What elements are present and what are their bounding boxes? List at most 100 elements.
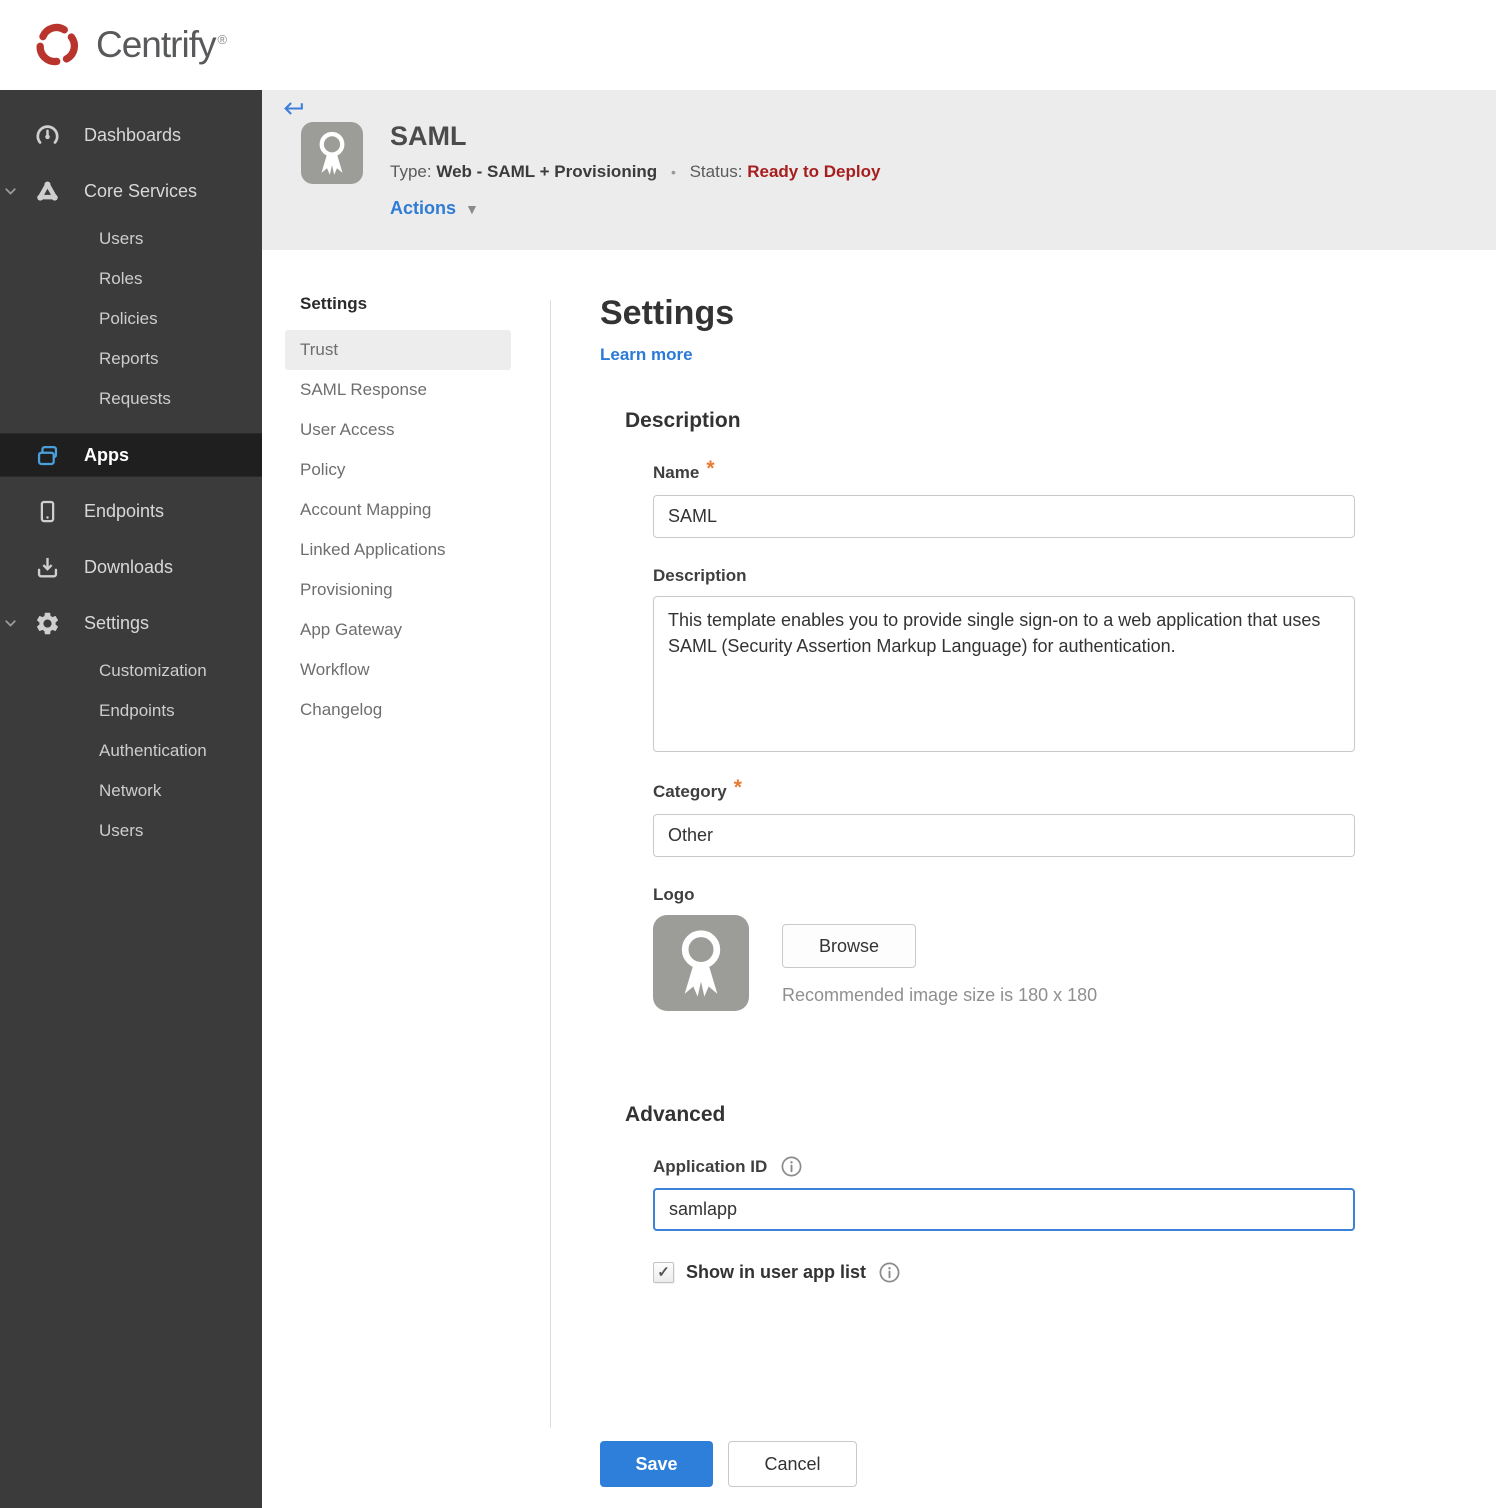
- description-textarea[interactable]: This template enables you to provide sin…: [653, 596, 1355, 752]
- category-label-text: Category: [653, 782, 727, 801]
- subnav-item-provisioning[interactable]: Provisioning: [285, 570, 511, 610]
- sidebar-item-label: Requests: [99, 389, 171, 408]
- page-title: Settings: [600, 294, 735, 332]
- subnav-item-user-access[interactable]: User Access: [285, 410, 511, 450]
- logo-label: Logo: [653, 885, 1358, 905]
- description-label-text: Description: [653, 566, 747, 585]
- sidebar-item-settings[interactable]: Settings: [0, 595, 262, 651]
- back-arrow-icon[interactable]: [281, 96, 306, 121]
- logo-preview-image: [653, 915, 749, 1011]
- subnav-item-workflow[interactable]: Workflow: [285, 650, 511, 690]
- application-id-label: Application ID: [653, 1155, 1358, 1178]
- status-value: Ready to Deploy: [747, 162, 881, 181]
- brand-logo[interactable]: Centrify ®: [30, 18, 227, 72]
- sidebar-item-authentication[interactable]: Authentication: [0, 731, 262, 771]
- settings-form: Settings Learn more Description Name * D…: [600, 294, 1358, 1284]
- sidebar-item-downloads[interactable]: Downloads: [0, 539, 262, 595]
- subnav-item-account-mapping[interactable]: Account Mapping: [285, 490, 511, 530]
- application-id-label-text: Application ID: [653, 1156, 768, 1176]
- sidebar-item-label: Apps: [84, 444, 129, 465]
- subnav-item-app-gateway[interactable]: App Gateway: [285, 610, 511, 650]
- download-icon: [34, 554, 61, 581]
- sidebar-item-roles[interactable]: Roles: [0, 259, 262, 299]
- sidebar-item-label: Downloads: [84, 556, 174, 577]
- actions-dropdown[interactable]: Actions ▼: [390, 198, 479, 219]
- description-label: Description: [653, 566, 1358, 586]
- sidebar-item-dashboards[interactable]: Dashboards: [0, 107, 262, 163]
- top-bar: Centrify ®: [0, 0, 1496, 90]
- chevron-down-icon: [2, 615, 19, 632]
- browse-button[interactable]: Browse: [782, 924, 916, 968]
- sidebar-item-requests[interactable]: Requests: [0, 379, 262, 419]
- app-meta: Type: Web - SAML + Provisioning • Status…: [390, 162, 880, 182]
- required-asterisk: *: [733, 776, 742, 799]
- sidebar: Dashboards Core Services Users Roles Pol…: [0, 90, 262, 1508]
- application-id-input[interactable]: [653, 1188, 1355, 1231]
- subnav-item-linked-applications[interactable]: Linked Applications: [285, 530, 511, 570]
- apps-icon: [34, 442, 61, 469]
- form-footer: Save Cancel: [600, 1441, 857, 1487]
- learn-more-link[interactable]: Learn more: [600, 345, 693, 365]
- logo-label-text: Logo: [653, 885, 695, 904]
- brand-name: Centrify ®: [96, 24, 227, 65]
- sidebar-item-network[interactable]: Network: [0, 771, 262, 811]
- sidebar-item-label: Roles: [99, 269, 143, 288]
- core-services-icon: [34, 178, 61, 205]
- sidebar-item-label: Endpoints: [84, 500, 165, 521]
- sidebar-item-settings-users[interactable]: Users: [0, 811, 262, 851]
- sidebar-item-settings-endpoints[interactable]: Endpoints: [0, 691, 262, 731]
- sidebar-item-users[interactable]: Users: [0, 219, 262, 259]
- sidebar-item-policies[interactable]: Policies: [0, 299, 262, 339]
- gauge-icon: [34, 122, 61, 149]
- logo-size-hint: Recommended image size is 180 x 180: [782, 985, 1098, 1005]
- sidebar-item-core-services[interactable]: Core Services: [0, 163, 262, 219]
- endpoints-icon: [34, 498, 61, 525]
- show-in-user-app-list-checkbox[interactable]: ✓: [653, 1262, 674, 1283]
- sidebar-item-label: Users: [99, 821, 144, 840]
- sidebar-item-label: Endpoints: [99, 701, 175, 720]
- checkmark-icon: ✓: [657, 1264, 670, 1281]
- name-input[interactable]: [653, 495, 1355, 538]
- app-logo-icon: [301, 122, 363, 184]
- actions-label: Actions: [390, 198, 457, 218]
- category-input[interactable]: [653, 814, 1355, 857]
- name-label: Name *: [653, 457, 1358, 485]
- sidebar-item-label: Reports: [99, 349, 159, 368]
- registered-mark: ®: [217, 31, 227, 47]
- subnav-item-saml-response[interactable]: SAML Response: [285, 370, 511, 410]
- required-asterisk: *: [706, 457, 715, 480]
- info-icon[interactable]: [780, 1155, 803, 1178]
- subnav-item-policy[interactable]: Policy: [285, 450, 511, 490]
- status-label: Status:: [689, 162, 743, 181]
- sidebar-item-endpoints[interactable]: Endpoints: [0, 483, 262, 539]
- sidebar-item-reports[interactable]: Reports: [0, 339, 262, 379]
- centrify-swirl-icon: [36, 23, 78, 66]
- sidebar-item-label: Users: [99, 229, 144, 248]
- sidebar-item-apps[interactable]: Apps: [0, 433, 262, 477]
- name-label-text: Name: [653, 463, 700, 482]
- sidebar-item-label: Authentication: [99, 741, 207, 760]
- chevron-down-icon: [2, 183, 19, 200]
- sidebar-item-label: Dashboards: [84, 124, 182, 145]
- sidebar-item-label: Settings: [84, 612, 150, 633]
- type-value: Web - SAML + Provisioning: [436, 162, 658, 181]
- caret-down-icon: ▼: [465, 200, 479, 217]
- save-button[interactable]: Save: [600, 1441, 713, 1487]
- sidebar-item-label: Network: [99, 781, 162, 800]
- subnav-item-changelog[interactable]: Changelog: [285, 690, 511, 730]
- gear-icon: [34, 610, 61, 637]
- app-title: SAML: [390, 121, 467, 151]
- sidebar-item-label: Customization: [99, 661, 207, 680]
- cancel-button[interactable]: Cancel: [728, 1441, 857, 1487]
- separator-dot: •: [670, 164, 676, 180]
- settings-subnav: Settings Trust SAML Response User Access…: [285, 294, 511, 730]
- category-label: Category *: [653, 776, 1358, 804]
- show-in-user-app-list-label: Show in user app list: [686, 1262, 867, 1282]
- sidebar-item-customization[interactable]: Customization: [0, 651, 262, 691]
- vertical-divider: [550, 300, 551, 1428]
- info-icon[interactable]: [878, 1261, 901, 1284]
- sidebar-item-label: Policies: [99, 309, 158, 328]
- app-header: SAML Type: Web - SAML + Provisioning • S…: [262, 90, 1496, 250]
- subnav-item-trust[interactable]: Trust: [285, 330, 511, 370]
- type-label: Type:: [390, 162, 432, 181]
